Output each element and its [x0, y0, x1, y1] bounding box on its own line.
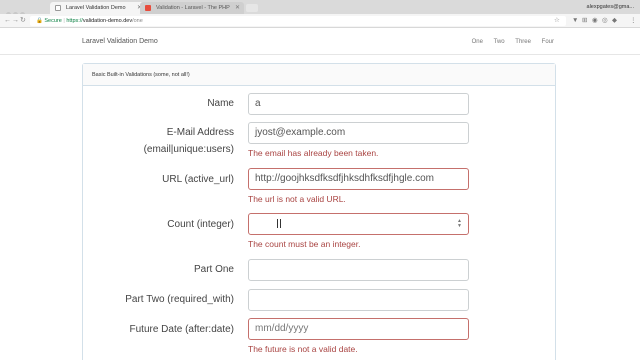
address-bar[interactable]: 🔒 Secure | https://validation-demo.dev/o…: [30, 16, 566, 26]
future-date-input[interactable]: mm/dd/yyyy: [248, 318, 469, 340]
email-label: E-Mail Address: [166, 127, 234, 138]
extension-icon[interactable]: ◆: [612, 14, 617, 28]
email-input[interactable]: jyost@example.com: [248, 122, 469, 144]
nav-link-three[interactable]: Three: [515, 39, 531, 45]
tab-label: Validation - Laravel - The PHP: [156, 5, 230, 11]
future-date-label: Future Date (after:date): [129, 324, 235, 335]
lock-icon: 🔒: [36, 18, 43, 24]
laravel-icon: [145, 5, 151, 11]
email-rule-label: (email|unique:users): [143, 144, 234, 155]
browser-tab-strip: Laravel Validation Demo ✕ Validation - L…: [0, 0, 640, 17]
nav-link-two[interactable]: Two: [494, 39, 505, 45]
part-two-label: Part Two (required_with): [125, 294, 234, 305]
brand-link[interactable]: Laravel Validation Demo: [82, 29, 158, 55]
url-host: validation-demo.dev: [82, 18, 133, 24]
back-icon[interactable]: ←: [4, 14, 11, 28]
url-input[interactable]: http://goojhksdfksdfjhksdhfksdfjhgle.com: [248, 168, 469, 190]
part-one-label: Part One: [193, 264, 234, 275]
close-tab-icon[interactable]: ✕: [235, 2, 240, 14]
name-label: Name: [207, 98, 234, 109]
name-input[interactable]: a: [248, 93, 469, 115]
nav-link-four[interactable]: Four: [542, 39, 554, 45]
browser-toolbar: ← → ↻ 🔒 Secure | https://validation-demo…: [0, 14, 640, 28]
vue-devtools-icon[interactable]: ▼: [572, 14, 578, 28]
menu-icon[interactable]: ⋮: [630, 14, 637, 28]
extension-icon[interactable]: ⊞: [582, 14, 587, 28]
browser-tab-active[interactable]: Laravel Validation Demo ✕: [50, 2, 146, 14]
part-two-input[interactable]: [248, 289, 469, 311]
date-placeholder: mm/dd/yyyy: [255, 323, 309, 334]
part-one-input[interactable]: [248, 259, 469, 281]
app-navbar: Laravel Validation Demo One Two Three Fo…: [0, 29, 640, 55]
number-spinner-icon[interactable]: ▲ ▼: [457, 219, 462, 229]
profile-name[interactable]: alexpgates@gma...: [587, 2, 634, 12]
count-label: Count (integer): [167, 219, 234, 230]
text-cursor-icon: [277, 219, 281, 228]
email-error: The email has already been taken.: [248, 148, 379, 158]
browser-tab-inactive[interactable]: Validation - Laravel - The PHP ✕: [140, 2, 244, 14]
extension-icon[interactable]: ◎: [602, 14, 608, 28]
secure-label: Secure: [44, 18, 62, 24]
new-tab-button[interactable]: [246, 4, 258, 12]
tab-label: Laravel Validation Demo: [66, 5, 126, 11]
forward-icon[interactable]: →: [12, 14, 19, 28]
bookmark-star-icon[interactable]: ☆: [554, 14, 560, 28]
url-path: /one: [132, 18, 143, 24]
extension-icon[interactable]: ◉: [592, 14, 598, 28]
url-error: The url is not a valid URL.: [248, 194, 346, 204]
url-label: URL (active_url): [162, 174, 234, 185]
nav-links: One Two Three Four: [463, 29, 554, 55]
reload-icon[interactable]: ↻: [20, 14, 26, 28]
panel-heading: Basic Built-in Validations (some, not al…: [83, 64, 555, 86]
count-input[interactable]: ▲ ▼: [248, 213, 469, 235]
url-scheme: https://: [66, 18, 83, 24]
future-date-error: The future is not a valid date.: [248, 344, 358, 354]
nav-link-one[interactable]: One: [472, 39, 483, 45]
page-icon: [55, 5, 61, 11]
count-error: The count must be an integer.: [248, 239, 361, 249]
